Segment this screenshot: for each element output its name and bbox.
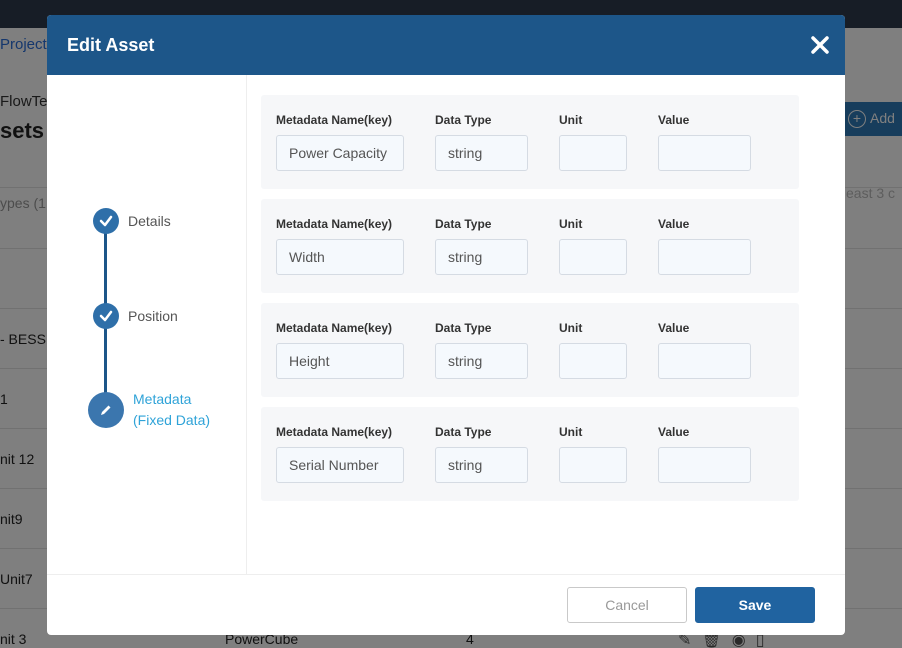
metadata-name-input[interactable] [276, 135, 404, 171]
value-input[interactable] [658, 135, 751, 171]
data-type-input[interactable] [435, 447, 528, 483]
value-label: Value [658, 113, 690, 127]
unit-label: Unit [559, 321, 583, 335]
step-metadata-dot[interactable] [88, 392, 124, 428]
modal-footer: Cancel Save [47, 574, 845, 635]
unit-input[interactable] [559, 343, 627, 379]
modal-header: Edit Asset [47, 15, 845, 75]
metadata-row: Metadata Name(key) Data Type Unit Value [261, 199, 799, 293]
metadata-row: Metadata Name(key) Data Type Unit Value [261, 407, 799, 501]
value-label: Value [658, 425, 690, 439]
unit-label: Unit [559, 113, 583, 127]
metadata-name-label: Metadata Name(key) [276, 113, 393, 127]
unit-input[interactable] [559, 135, 627, 171]
cancel-button[interactable]: Cancel [567, 587, 687, 623]
data-type-label: Data Type [435, 425, 492, 439]
step-position-label[interactable]: Position [128, 308, 178, 324]
pencil-icon [101, 405, 111, 415]
data-type-input[interactable] [435, 343, 528, 379]
metadata-name-label: Metadata Name(key) [276, 425, 393, 439]
step-metadata-label-line1: Metadata [133, 391, 192, 407]
metadata-name-label: Metadata Name(key) [276, 321, 393, 335]
edit-asset-modal: Edit Asset Details Position Metadata (Fi… [47, 15, 845, 635]
metadata-name-input[interactable] [276, 447, 404, 483]
step-position-dot[interactable] [93, 303, 119, 329]
metadata-name-input[interactable] [276, 239, 404, 275]
data-type-label: Data Type [435, 217, 492, 231]
save-button[interactable]: Save [695, 587, 815, 623]
check-icon [99, 215, 113, 227]
value-label: Value [658, 321, 690, 335]
unit-input[interactable] [559, 447, 627, 483]
unit-label: Unit [559, 217, 583, 231]
metadata-name-label: Metadata Name(key) [276, 217, 393, 231]
modal-title: Edit Asset [67, 34, 155, 55]
value-label: Value [658, 217, 690, 231]
step-details-dot[interactable] [93, 208, 119, 234]
step-metadata-label[interactable]: Metadata (Fixed Data) [133, 389, 210, 431]
step-details-label[interactable]: Details [128, 213, 171, 229]
data-type-input[interactable] [435, 239, 528, 275]
metadata-list: Metadata Name(key) Data Type Unit Value … [261, 95, 801, 511]
metadata-name-input[interactable] [276, 343, 404, 379]
check-icon [99, 310, 113, 322]
value-input[interactable] [658, 447, 751, 483]
metadata-row: Metadata Name(key) Data Type Unit Value [261, 303, 799, 397]
value-input[interactable] [658, 239, 751, 275]
modal-body: Details Position Metadata (Fixed Data) M… [47, 75, 845, 574]
step-metadata-label-line2: (Fixed Data) [133, 412, 211, 428]
data-type-label: Data Type [435, 321, 492, 335]
metadata-row: Metadata Name(key) Data Type Unit Value [261, 95, 799, 189]
unit-label: Unit [559, 425, 583, 439]
value-input[interactable] [658, 343, 751, 379]
data-type-label: Data Type [435, 113, 492, 127]
stepper: Details Position Metadata (Fixed Data) [47, 75, 247, 574]
close-icon[interactable] [809, 34, 831, 56]
unit-input[interactable] [559, 239, 627, 275]
data-type-input[interactable] [435, 135, 528, 171]
